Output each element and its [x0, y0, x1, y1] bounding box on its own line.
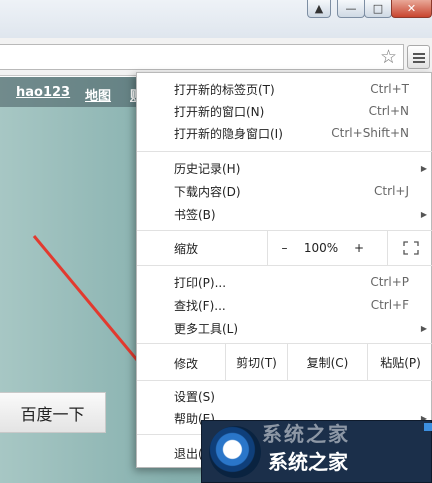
zoom-out-button[interactable]: – — [267, 231, 301, 265]
menu-item-history[interactable]: 历史记录(H) ▶ — [137, 157, 432, 179]
star-icon[interactable]: ☆ — [380, 45, 397, 69]
nav-link-map[interactable]: 地图 — [85, 85, 111, 104]
zoom-in-button[interactable]: + — [341, 231, 377, 265]
submenu-arrow-icon: ▶ — [420, 209, 427, 219]
paste-button[interactable]: 粘贴(P) — [367, 344, 432, 380]
browser-toolbar — [0, 38, 432, 76]
menu-item-new-tab[interactable]: 打开新的标签页(T) Ctrl+T — [137, 78, 432, 100]
maximize-icon[interactable]: □ — [364, 0, 392, 18]
menu-divider — [137, 151, 432, 152]
menu-item-new-incognito[interactable]: 打开新的隐身窗口(I) Ctrl+Shift+N — [137, 122, 432, 144]
menu-item-settings[interactable]: 设置(S) — [137, 385, 432, 407]
watermark-ghost-text: 系统之家 — [262, 422, 350, 446]
menu-item-print[interactable]: 打印(P)... Ctrl+P — [137, 271, 432, 293]
menu-item-find[interactable]: 查找(F)... Ctrl+F — [137, 294, 432, 316]
menu-divider — [137, 380, 432, 381]
submenu-arrow-icon: ▶ — [420, 163, 427, 173]
menu-item-more-tools[interactable]: 更多工具(L) ▶ — [137, 317, 432, 339]
hamburger-menu-icon[interactable] — [407, 45, 430, 69]
close-icon[interactable]: ✕ — [391, 0, 432, 18]
user-icon[interactable]: ▲ — [307, 0, 331, 18]
watermark-logo-icon — [209, 426, 261, 478]
watermark-text: 系统之家 — [268, 450, 348, 474]
submenu-arrow-icon: ▶ — [420, 323, 427, 333]
menu-item-downloads[interactable]: 下载内容(D) Ctrl+J — [137, 180, 432, 202]
menu-item-new-window[interactable]: 打开新的窗口(N) Ctrl+N — [137, 100, 432, 122]
search-button[interactable]: 百度一下 — [0, 392, 106, 433]
menu-zoom-row: 缩放 – 100% + — [137, 231, 432, 265]
watermark-accent — [424, 423, 432, 431]
copy-button[interactable]: 复制(C) — [287, 344, 367, 380]
fullscreen-icon[interactable] — [387, 231, 432, 265]
zoom-label: 缩放 — [174, 242, 199, 256]
edit-label: 修改 — [174, 357, 199, 371]
zoom-level: 100% — [303, 241, 339, 255]
menu-divider — [137, 265, 432, 266]
menu-item-bookmarks[interactable]: 书签(B) ▶ — [137, 203, 432, 225]
menu-edit-row: 修改 剪切(T) 复制(C) 粘贴(P) — [137, 344, 432, 380]
cut-button[interactable]: 剪切(T) — [225, 344, 287, 380]
minimize-icon[interactable]: — — [337, 0, 365, 18]
nav-link-hao123[interactable]: hao123 — [16, 85, 70, 100]
browser-main-menu: 打开新的标签页(T) Ctrl+T 打开新的窗口(N) Ctrl+N 打开新的隐身窗… — [136, 72, 432, 468]
address-bar[interactable] — [0, 44, 404, 70]
